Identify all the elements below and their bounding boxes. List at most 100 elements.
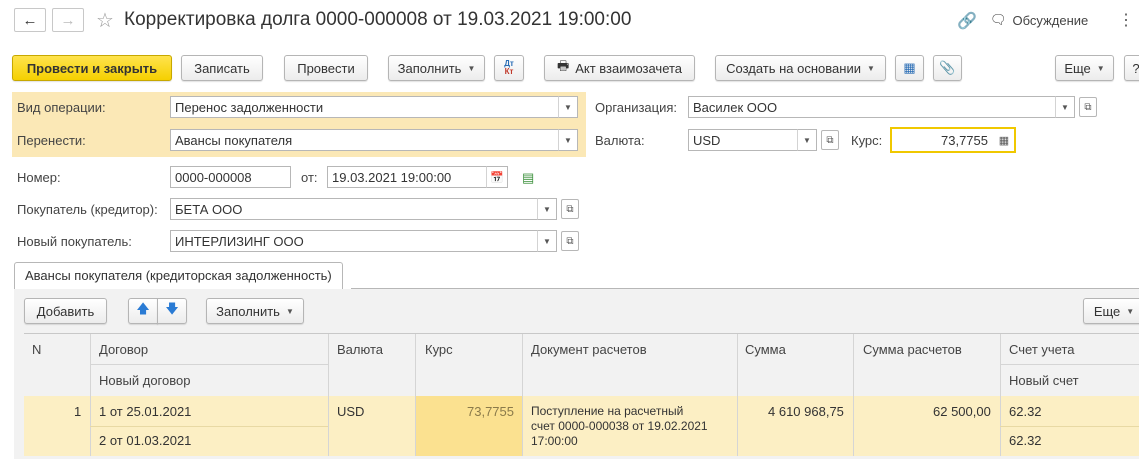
paperclip-icon: 📎: [939, 60, 956, 75]
org-open-button[interactable]: ⧉: [1079, 97, 1097, 117]
date-label: от:: [301, 170, 318, 185]
new-buyer-open-button[interactable]: ⧉: [561, 231, 579, 251]
create-based-button[interactable]: Создать на основании ▼: [715, 55, 886, 81]
back-button[interactable]: ←: [14, 8, 46, 32]
dt-kt-button[interactable]: Дт Кт: [494, 55, 524, 81]
move-down-button[interactable]: 🡇: [157, 298, 187, 324]
new-buyer-dropdown-button[interactable]: ▼: [537, 230, 557, 252]
cell-doc-line1[interactable]: Поступление на расчетный: [531, 404, 683, 418]
col-sep: [90, 334, 91, 456]
org-field[interactable]: Василек ООО: [688, 96, 1056, 118]
currency-open-button[interactable]: ⧉: [821, 130, 839, 150]
more-vertical-icon[interactable]: ⋮: [1118, 10, 1134, 30]
buyer-open-button[interactable]: ⧉: [561, 199, 579, 219]
currency-label: Валюта:: [595, 133, 645, 148]
cell-sum-calc[interactable]: 62 500,00: [933, 404, 991, 419]
header-new-contract[interactable]: Новый договор: [99, 373, 190, 388]
chevron-down-icon: ▼: [285, 306, 294, 316]
cell-doc-line2[interactable]: счет 0000-000038 от 19.02.2021: [531, 419, 708, 433]
operation-field[interactable]: Перенос задолженности: [170, 96, 559, 118]
rate-calculator-button[interactable]: ▦: [994, 127, 1016, 153]
structure-icon: ▦: [903, 60, 916, 75]
header-contract[interactable]: Договор: [99, 342, 148, 357]
link-icon[interactable]: 🔗: [957, 11, 977, 31]
discussion-button[interactable]: 🗨 Обсуждение: [990, 12, 1088, 28]
currency-dropdown-button[interactable]: ▼: [797, 129, 817, 151]
cell-doc-line3[interactable]: 17:00:00: [531, 434, 578, 448]
forward-button[interactable]: →: [52, 8, 84, 32]
transfer-dropdown-button[interactable]: ▼: [558, 129, 578, 151]
table-more-button[interactable]: Еще ▼: [1083, 298, 1139, 324]
header-currency[interactable]: Валюта: [337, 342, 383, 357]
attach-button[interactable]: 📎: [933, 55, 962, 81]
date-field[interactable]: 19.03.2021 19:00:00: [327, 166, 487, 188]
arrow-up-icon: 🡅: [136, 301, 150, 316]
buyer-dropdown-button[interactable]: ▼: [537, 198, 557, 220]
col-sep: [328, 334, 329, 456]
favorite-star-icon[interactable]: ☆: [96, 8, 114, 33]
post-button[interactable]: Провести: [284, 55, 368, 81]
add-row-button[interactable]: Добавить: [24, 298, 107, 324]
header-n[interactable]: N: [32, 342, 41, 357]
col-sep: [737, 334, 738, 456]
header-account[interactable]: Счет учета: [1009, 342, 1075, 357]
transfer-field[interactable]: Авансы покупателя: [170, 129, 559, 151]
chevron-down-icon: ▼: [803, 135, 811, 145]
org-label: Организация:: [595, 100, 678, 115]
col-sep: [415, 334, 416, 456]
save-button[interactable]: Записать: [181, 55, 263, 81]
chat-icon: 🗨: [990, 12, 1007, 27]
col-sep: [853, 334, 854, 456]
calculator-icon: ▦: [998, 134, 1010, 147]
calendar-icon: 📅: [490, 171, 504, 184]
chevron-down-icon: ▼: [564, 102, 572, 112]
help-button[interactable]: ?: [1124, 55, 1139, 81]
more-button[interactable]: Еще ▼: [1055, 55, 1114, 81]
cell-sum[interactable]: 4 610 968,75: [768, 404, 844, 419]
org-dropdown-button[interactable]: ▼: [1055, 96, 1075, 118]
open-window-icon: ⧉: [566, 235, 574, 247]
tab-advances[interactable]: Авансы покупателя (кредиторская задолжен…: [14, 262, 343, 289]
chevron-down-icon: ▼: [1061, 102, 1069, 112]
currency-field[interactable]: USD: [688, 129, 798, 151]
cell-new-contract[interactable]: 2 от 01.03.2021: [99, 433, 191, 448]
cell-account[interactable]: 62.32: [1009, 404, 1042, 419]
date-calendar-button[interactable]: 📅: [486, 166, 508, 188]
rate-field[interactable]: 73,7755: [890, 127, 996, 153]
discussion-label: Обсуждение: [1012, 12, 1089, 28]
tab-divider: [351, 288, 1139, 289]
header-sum[interactable]: Сумма: [745, 342, 786, 357]
chevron-down-icon: ▼: [564, 135, 572, 145]
cell-rate[interactable]: 73,7755: [467, 404, 514, 419]
post-and-close-button[interactable]: Провести и закрыть: [12, 55, 172, 81]
act-button[interactable]: 🖶 Акт взаимозачета: [544, 55, 695, 81]
header-doc[interactable]: Документ расчетов: [531, 342, 647, 357]
header-subline-account: [1000, 364, 1139, 365]
structure-button[interactable]: ▦: [895, 55, 924, 81]
cell-currency[interactable]: USD: [337, 404, 364, 419]
header-subline-contract: [90, 364, 328, 365]
arrow-left-icon: ←: [22, 11, 38, 29]
header-sum-calc[interactable]: Сумма расчетов: [863, 342, 962, 357]
table-fill-button[interactable]: Заполнить ▼: [206, 298, 304, 324]
fill-button[interactable]: Заполнить ▼: [388, 55, 485, 81]
cell-new-account[interactable]: 62.32: [1009, 433, 1042, 448]
number-settings-icon[interactable]: ▤: [522, 170, 534, 186]
buyer-field[interactable]: БЕТА ООО: [170, 198, 538, 220]
chevron-down-icon: ▼: [866, 63, 875, 73]
cell-contract[interactable]: 1 от 25.01.2021: [99, 404, 191, 419]
cell-n: 1: [74, 404, 82, 419]
arrow-down-icon: 🡇: [165, 301, 179, 316]
header-rate[interactable]: Курс: [425, 342, 453, 357]
operation-dropdown-button[interactable]: ▼: [558, 96, 578, 118]
move-up-button[interactable]: 🡅: [128, 298, 158, 324]
buyer-label: Покупатель (кредитор):: [17, 202, 158, 217]
rate-label: Курс:: [851, 133, 883, 148]
new-buyer-label: Новый покупатель:: [17, 234, 132, 249]
row-subline-contract: [90, 426, 328, 427]
chevron-down-icon: ▼: [467, 63, 476, 73]
number-field[interactable]: 0000-000008: [170, 166, 291, 188]
new-buyer-field[interactable]: ИНТЕРЛИЗИНГ ООО: [170, 230, 538, 252]
header-new-account[interactable]: Новый счет: [1009, 373, 1079, 388]
chevron-down-icon: ▼: [1096, 63, 1105, 73]
